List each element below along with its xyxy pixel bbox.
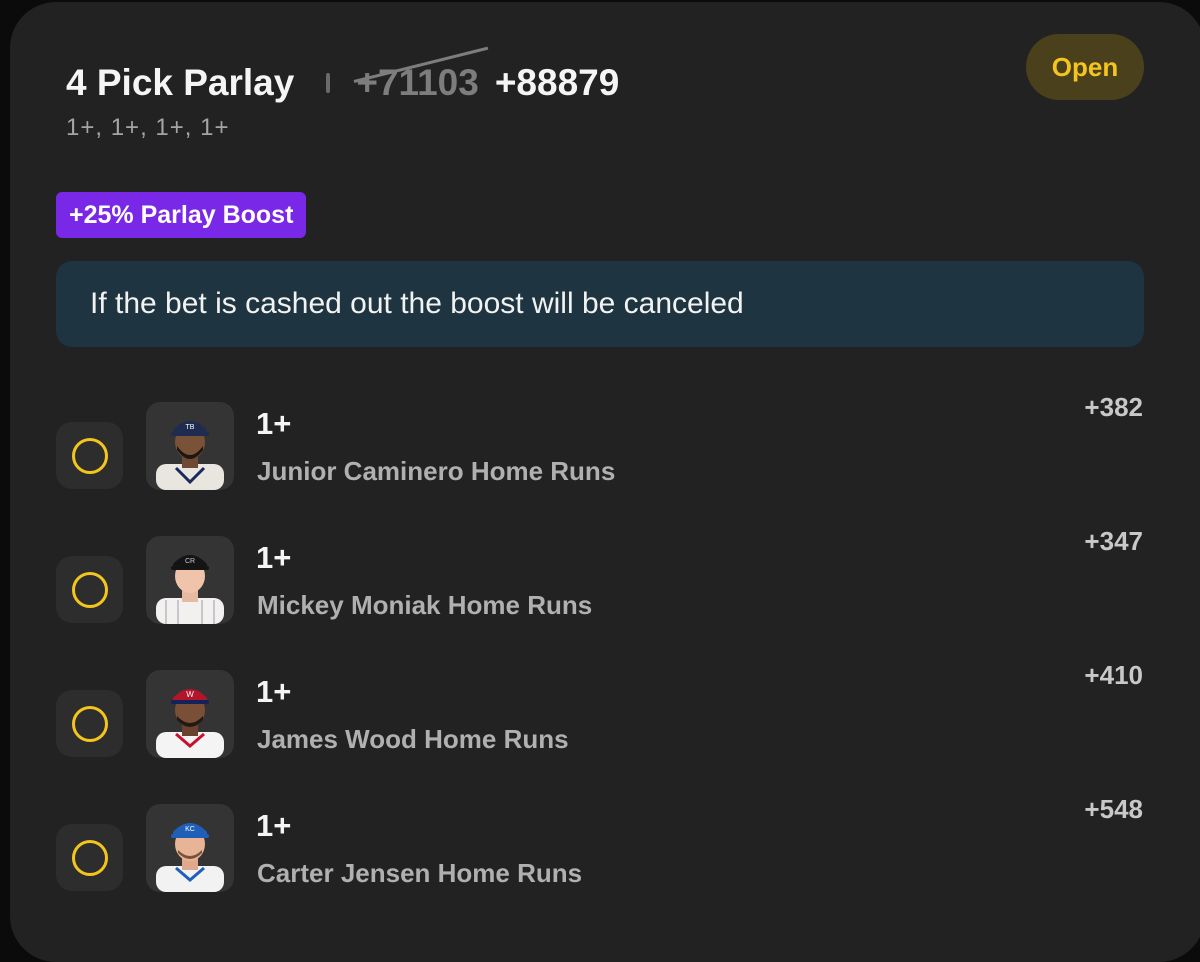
- pending-circle-icon: [71, 705, 108, 742]
- leg-status-indicator: [56, 556, 123, 623]
- pending-circle-icon: [71, 571, 108, 608]
- leg-status-indicator: [56, 824, 123, 891]
- player-headshot-icon: KC: [156, 823, 224, 892]
- player-headshot-icon: CR: [156, 555, 224, 624]
- leg-market: Carter Jensen Home Runs: [257, 858, 583, 888]
- title-row: 4 Pick Parlay +71103 +88879: [66, 46, 620, 108]
- player-headshot-icon: TB: [156, 421, 224, 490]
- boosted-odds: +88879: [494, 62, 620, 103]
- parlay-title: 4 Pick Parlay: [66, 62, 295, 103]
- leg-market: James Wood Home Runs: [257, 724, 569, 754]
- parlay-leg[interactable]: CR 1+ Mickey Moniak Home Runs +347: [10, 526, 1200, 636]
- leg-odds: +410: [1084, 660, 1143, 690]
- player-avatar: CR: [146, 536, 234, 624]
- leg-market: Junior Caminero Home Runs: [257, 456, 616, 486]
- parlay-boost-badge: +25% Parlay Boost: [56, 192, 307, 238]
- leg-odds: +548: [1084, 794, 1143, 824]
- player-avatar: KC: [146, 804, 234, 892]
- parlay-card[interactable]: 4 Pick Parlay +71103 +88879 1+, 1+, 1+, …: [10, 2, 1200, 962]
- cap-logo-text: TB: [186, 424, 195, 431]
- player-headshot-icon: W: [156, 689, 224, 758]
- parlay-leg[interactable]: W 1+ James Wood Home Runs +410: [10, 660, 1200, 770]
- leg-status-indicator: [56, 690, 123, 757]
- pending-circle-icon: [71, 437, 108, 474]
- leg-odds: +382: [1084, 392, 1143, 422]
- title-divider: [326, 73, 331, 93]
- cap-logo-text: KC: [185, 826, 195, 833]
- status-badge: Open: [1026, 34, 1144, 100]
- parlay-subtitle: 1+, 1+, 1+, 1+: [66, 114, 230, 141]
- cap-logo-text: W: [186, 690, 194, 699]
- leg-status-indicator: [56, 422, 123, 489]
- leg-line: 1+: [256, 808, 292, 843]
- original-odds: +71103: [353, 46, 489, 104]
- cap-logo-text: CR: [185, 558, 195, 565]
- leg-line: 1+: [256, 674, 292, 709]
- leg-market: Mickey Moniak Home Runs: [257, 590, 593, 620]
- cashout-notice: If the bet is cashed out the boost will …: [56, 261, 1144, 347]
- pending-circle-icon: [71, 839, 108, 876]
- leg-line: 1+: [256, 540, 292, 575]
- leg-odds: +347: [1084, 526, 1143, 556]
- player-avatar: TB: [146, 402, 234, 490]
- parlay-leg[interactable]: TB 1+ Junior Caminero Home Runs +382: [10, 392, 1200, 502]
- parlay-leg[interactable]: KC 1+ Carter Jensen Home Runs +548: [10, 794, 1200, 904]
- leg-line: 1+: [256, 406, 292, 441]
- player-avatar: W: [146, 670, 234, 758]
